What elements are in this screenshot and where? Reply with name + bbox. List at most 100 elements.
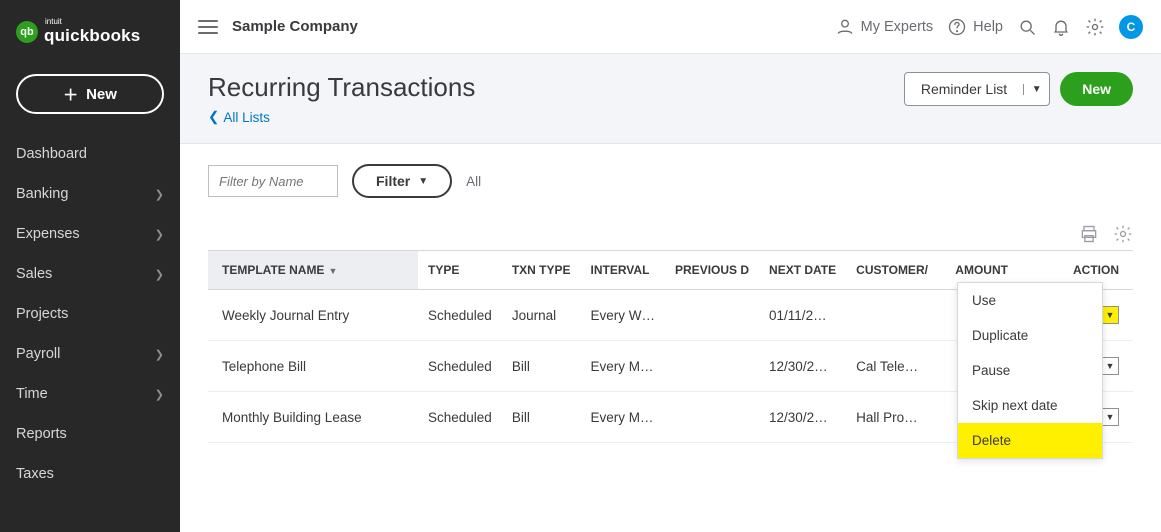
filter-button[interactable]: Filter ▼ [352,164,452,198]
cell-interval: Every W… [581,290,666,341]
logo-icon: qb [16,21,38,43]
chevron-left-icon: ❮ [208,109,219,125]
cell-template: Weekly Journal Entry [208,290,418,341]
reminder-list-dropdown[interactable]: ▼ [1023,84,1049,95]
sort-indicator-icon: ▼ [328,266,337,276]
help-icon [947,17,967,37]
plus-icon: ＋ [63,84,78,105]
chevron-down-icon: ▼ [418,176,428,187]
filter-bar: Filter ▼ All [208,164,1133,198]
help-link[interactable]: Help [947,17,1003,37]
page-title: Recurring Transactions [208,72,475,103]
print-icon[interactable] [1079,224,1099,244]
sidebar-item-label: Reports [16,426,67,442]
action-dropdown-toggle[interactable]: ▼ [1101,357,1119,375]
sidebar: qb intuit quickbooks ＋ New Dashboard Bank… [0,0,180,532]
reminder-list-label: Reminder List [905,81,1023,97]
menu-item-delete[interactable]: Delete [958,423,1102,458]
reminder-list-button[interactable]: Reminder List ▼ [904,72,1050,106]
sidebar-item-taxes[interactable]: Taxes [0,454,180,494]
cell-next: 12/30/2… [759,341,846,392]
action-dropdown-toggle[interactable]: ▼ [1101,408,1119,426]
sidebar-item-banking[interactable]: Banking ❯ [0,174,180,214]
col-txn-type[interactable]: TXN TYPE [502,251,581,290]
cell-prev [665,290,759,341]
cell-txn: Bill [502,392,581,443]
my-experts-link[interactable]: My Experts [835,17,934,37]
settings-icon[interactable] [1113,224,1133,244]
action-dropdown-menu: UseDuplicatePauseSkip next dateDelete [957,282,1103,459]
sidebar-item-reports[interactable]: Reports [0,414,180,454]
menu-item-duplicate[interactable]: Duplicate [958,318,1102,353]
sidebar-item-expenses[interactable]: Expenses ❯ [0,214,180,254]
menu-item-skip-next-date[interactable]: Skip next date [958,388,1102,423]
col-template[interactable]: TEMPLATE NAME▼ [208,251,418,290]
cell-type: Scheduled [418,392,502,443]
person-icon [835,17,855,37]
gear-icon[interactable] [1085,17,1105,37]
cell-cust [846,290,938,341]
sidebar-item-time[interactable]: Time❯ [0,374,180,414]
col-interval[interactable]: INTERVAL [581,251,666,290]
back-label: All Lists [223,110,270,125]
filter-all[interactable]: All [466,174,481,189]
menu-item-pause[interactable]: Pause [958,353,1102,388]
brand-logo[interactable]: qb intuit quickbooks [0,10,180,60]
sidebar-item-label: Expenses [16,226,80,242]
cell-template: Monthly Building Lease [208,392,418,443]
filter-label: Filter [376,173,410,189]
cell-next: 12/30/2… [759,392,846,443]
col-previous[interactable]: PREVIOUS D [665,251,759,290]
chevron-right-icon: ❯ [155,268,164,281]
sidebar-item-label: Dashboard [16,146,87,162]
back-link[interactable]: ❮ All Lists [208,109,475,125]
search-icon[interactable] [1017,17,1037,37]
chevron-right-icon: ❯ [155,348,164,361]
new-button-label: New [86,86,117,103]
sidebar-item-payroll[interactable]: Payroll ❯ [0,334,180,374]
nav-list: Dashboard Banking ❯ Expenses ❯ Sales ❯ Projects… [0,134,180,494]
chevron-right-icon: ❯ [155,388,164,401]
col-customer[interactable]: CUSTOMER/ [846,251,938,290]
sidebar-item-label: Projects [16,306,68,322]
table-tools [208,224,1133,244]
topbar: Sample Company My Experts Help C [180,0,1161,54]
cell-type: Scheduled [418,341,502,392]
cell-interval: Every M… [581,341,666,392]
cell-prev [665,392,759,443]
cell-interval: Every M… [581,392,666,443]
bell-icon[interactable] [1051,17,1071,37]
new-button[interactable]: ＋ New [16,74,164,114]
hamburger-icon[interactable] [198,20,218,34]
cell-cust: Cal Tele… [846,341,938,392]
action-dropdown-toggle[interactable]: ▼ [1101,306,1119,324]
chevron-right-icon: ❯ [155,188,164,201]
cell-prev [665,341,759,392]
sidebar-item-sales[interactable]: Sales ❯ [0,254,180,294]
sidebar-item-label: Sales [16,266,52,282]
cell-template: Telephone Bill [208,341,418,392]
sidebar-item-projects[interactable]: Projects [0,294,180,334]
logo-subtext: intuit [44,18,140,26]
filter-name-input[interactable] [208,165,338,197]
menu-item-use[interactable]: Use [958,283,1102,318]
avatar[interactable]: C [1119,15,1143,39]
my-experts-label: My Experts [861,19,934,35]
chevron-right-icon: ❯ [155,228,164,241]
col-type[interactable]: TYPE [418,251,502,290]
new-transaction-button[interactable]: New [1060,72,1133,106]
cell-cust: Hall Pro… [846,392,938,443]
cell-type: Scheduled [418,290,502,341]
cell-next: 01/11/2… [759,290,846,341]
sidebar-item-label: Banking [16,186,68,202]
help-label: Help [973,19,1003,35]
page-header: Recurring Transactions ❮ All Lists Remin… [180,54,1161,144]
content: Filter ▼ All TEMPLATE NAME▼ TYPE TXN TYP [180,144,1161,463]
col-next[interactable]: NEXT DATE [759,251,846,290]
logo-text: quickbooks [44,26,140,45]
sidebar-item-label: Taxes [16,466,54,482]
company-name[interactable]: Sample Company [232,18,358,35]
sidebar-item-dashboard[interactable]: Dashboard [0,134,180,174]
cell-txn: Bill [502,341,581,392]
sidebar-item-label: Payroll [16,346,60,362]
